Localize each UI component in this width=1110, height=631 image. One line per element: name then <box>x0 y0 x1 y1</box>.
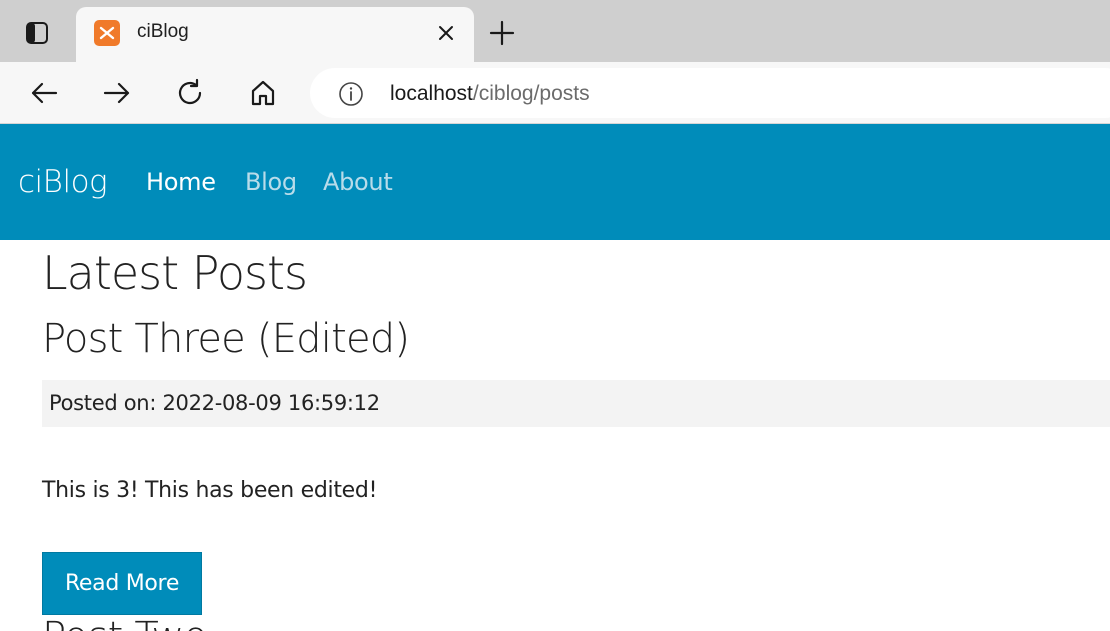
nav-link-blog[interactable]: Blog <box>245 168 297 196</box>
home-icon <box>251 80 275 106</box>
post-meta: Posted on: 2022-08-09 16:59:12 <box>42 380 1110 427</box>
tab-actions-button[interactable] <box>22 18 52 48</box>
forward-button[interactable] <box>99 75 135 111</box>
tab-title: ciBlog <box>137 21 189 42</box>
url-path: /ciblog/posts <box>472 82 590 105</box>
post-title: Post Two <box>42 614 208 631</box>
tab-close-button[interactable] <box>434 21 458 45</box>
back-arrow-icon <box>31 82 58 104</box>
post-date: Posted on: 2022-08-09 16:59:12 <box>49 391 380 415</box>
read-more-button[interactable]: Read More <box>42 552 202 615</box>
url-text[interactable]: localhost/ciblog/posts <box>390 82 590 106</box>
info-icon <box>339 82 363 106</box>
browser-tab-strip: ciBlog <box>0 0 1110 62</box>
url-host: localhost <box>390 82 473 105</box>
site-info-button[interactable] <box>338 81 364 107</box>
address-bar[interactable]: localhost/ciblog/posts <box>310 68 1110 118</box>
forward-arrow-icon <box>103 82 130 104</box>
brand-link[interactable]: ciBlog <box>18 164 108 200</box>
back-button[interactable] <box>26 75 62 111</box>
refresh-button[interactable] <box>172 75 208 111</box>
sidebar-toggle-icon <box>26 22 48 44</box>
nav-link-home[interactable]: Home <box>146 168 216 196</box>
home-button[interactable] <box>245 75 281 111</box>
next-post-title-clipped: Post Two <box>42 614 342 631</box>
close-icon <box>439 26 453 40</box>
new-tab-button[interactable] <box>486 17 518 49</box>
nav-link-about[interactable]: About <box>323 168 393 196</box>
post-body: This is 3! This has been edited! <box>42 478 378 503</box>
site-navbar: ciBlog Home Blog About <box>0 124 1110 240</box>
active-tab[interactable]: ciBlog <box>76 7 474 62</box>
post-title: Post Three (Edited) <box>42 316 410 362</box>
refresh-icon <box>178 78 202 105</box>
xampp-favicon-icon <box>94 20 120 46</box>
browser-toolbar: localhost/ciblog/posts <box>0 62 1110 124</box>
plus-icon <box>489 20 515 46</box>
page-title: Latest Posts <box>42 246 308 300</box>
